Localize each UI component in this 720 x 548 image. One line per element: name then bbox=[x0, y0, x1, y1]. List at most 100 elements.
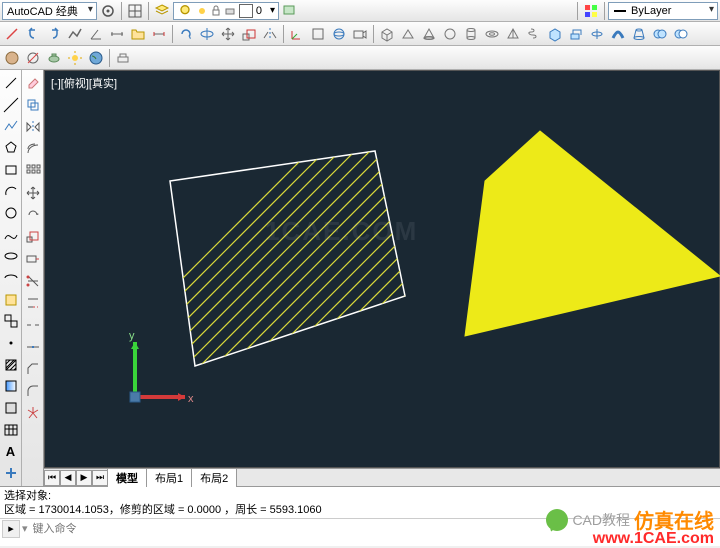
redo-icon[interactable] bbox=[44, 24, 64, 44]
union-icon[interactable] bbox=[650, 24, 670, 44]
grid-icon[interactable] bbox=[125, 1, 145, 21]
lineweight-selector[interactable]: ByLayer bbox=[608, 2, 718, 20]
mirror-tool-icon[interactable] bbox=[23, 117, 43, 137]
extend-icon[interactable] bbox=[23, 293, 43, 313]
workspace-selector[interactable]: AutoCAD 经典 bbox=[2, 2, 97, 20]
cmd-line-2: 区域 = 1730014.1053，修剪的区域 = 0.0000 ，周长 = 5… bbox=[4, 503, 716, 517]
distance-icon[interactable] bbox=[107, 24, 127, 44]
camera-icon[interactable] bbox=[350, 24, 370, 44]
ws-settings-icon[interactable] bbox=[98, 1, 118, 21]
cone-icon[interactable] bbox=[419, 24, 439, 44]
angle-icon[interactable] bbox=[86, 24, 106, 44]
render-teapot-icon[interactable] bbox=[44, 48, 64, 68]
sun-icon[interactable] bbox=[65, 48, 85, 68]
gradient-tool-icon[interactable] bbox=[1, 377, 21, 397]
stretch-icon[interactable] bbox=[23, 249, 43, 269]
subtract-icon[interactable] bbox=[671, 24, 691, 44]
cylinder-icon[interactable] bbox=[461, 24, 481, 44]
light-icon[interactable] bbox=[113, 48, 133, 68]
hatch-tool-icon[interactable] bbox=[1, 355, 21, 375]
ellipse-arc-icon[interactable] bbox=[1, 268, 21, 288]
line-tool-icon[interactable] bbox=[1, 73, 21, 93]
explode-icon[interactable] bbox=[23, 403, 43, 423]
trim-icon[interactable] bbox=[23, 271, 43, 291]
helix-icon[interactable] bbox=[524, 24, 544, 44]
tab-layout2[interactable]: 布局2 bbox=[191, 468, 237, 487]
spline-tool-icon[interactable] bbox=[1, 225, 21, 245]
rectangle-tool-icon[interactable] bbox=[1, 160, 21, 180]
line-icon[interactable] bbox=[2, 24, 22, 44]
tab-layout1[interactable]: 布局1 bbox=[146, 468, 192, 487]
separator bbox=[109, 49, 110, 67]
region-tool-icon[interactable] bbox=[1, 398, 21, 418]
array-icon[interactable] bbox=[23, 161, 43, 181]
tab-last-icon[interactable]: ⏭ bbox=[92, 470, 108, 486]
sphere-icon[interactable] bbox=[440, 24, 460, 44]
orbit-icon[interactable] bbox=[329, 24, 349, 44]
chamfer-icon[interactable] bbox=[23, 359, 43, 379]
separator bbox=[148, 2, 149, 20]
break-icon[interactable] bbox=[23, 315, 43, 335]
polyline-icon[interactable] bbox=[65, 24, 85, 44]
line-icon bbox=[613, 5, 627, 17]
separator bbox=[121, 2, 122, 20]
mesh-box-icon[interactable] bbox=[545, 24, 565, 44]
open-icon[interactable] bbox=[128, 24, 148, 44]
wedge-icon[interactable] bbox=[398, 24, 418, 44]
command-prompt-icon[interactable]: ▸ bbox=[2, 520, 20, 538]
insert-block-icon[interactable] bbox=[1, 290, 21, 310]
polyline-tool-icon[interactable] bbox=[1, 116, 21, 136]
layer-name: 0 bbox=[256, 5, 262, 17]
pyramid-icon[interactable] bbox=[503, 24, 523, 44]
move-tool-icon[interactable] bbox=[23, 183, 43, 203]
point-tool-icon[interactable] bbox=[1, 333, 21, 353]
separator bbox=[577, 2, 578, 20]
ucs-world-icon[interactable] bbox=[287, 24, 307, 44]
fillet-icon[interactable] bbox=[23, 381, 43, 401]
sweep-icon[interactable] bbox=[608, 24, 628, 44]
circle-tool-icon[interactable] bbox=[1, 203, 21, 223]
viewport-label[interactable]: [-][俯视][真实] bbox=[51, 75, 117, 91]
material-icon[interactable] bbox=[2, 48, 22, 68]
layer-properties-icon[interactable] bbox=[152, 1, 172, 21]
drawing-viewport[interactable]: [-][俯视][真实] bbox=[44, 70, 720, 468]
polygon-tool-icon[interactable] bbox=[1, 138, 21, 158]
revolve-icon[interactable] bbox=[587, 24, 607, 44]
arc-tool-icon[interactable] bbox=[1, 181, 21, 201]
rotate-tool-icon[interactable] bbox=[23, 205, 43, 225]
layer-match-icon[interactable] bbox=[280, 1, 300, 21]
box-icon[interactable] bbox=[377, 24, 397, 44]
layer-selector[interactable]: 0 bbox=[173, 2, 279, 20]
measure-icon[interactable] bbox=[149, 24, 169, 44]
ellipse-tool-icon[interactable] bbox=[1, 247, 21, 267]
command-history[interactable]: 选择对象: 区域 = 1730014.1053，修剪的区域 = 0.0000 ，… bbox=[0, 486, 720, 518]
color-control-icon[interactable] bbox=[581, 1, 601, 21]
tab-model[interactable]: 模型 bbox=[107, 468, 147, 487]
addselect-icon[interactable] bbox=[1, 463, 21, 483]
render-globe-icon[interactable] bbox=[86, 48, 106, 68]
tab-nav: ⏮ ◀ ▶ ⏭ bbox=[44, 470, 108, 486]
hide-icon[interactable] bbox=[23, 48, 43, 68]
tab-prev-icon[interactable]: ◀ bbox=[60, 470, 76, 486]
rotate3d-icon[interactable] bbox=[197, 24, 217, 44]
scale-tool-icon[interactable] bbox=[23, 227, 43, 247]
move-icon[interactable] bbox=[218, 24, 238, 44]
xline-tool-icon[interactable] bbox=[1, 95, 21, 115]
mtext-tool-icon[interactable]: A bbox=[1, 442, 21, 462]
loft-icon[interactable] bbox=[629, 24, 649, 44]
make-block-icon[interactable] bbox=[1, 312, 21, 332]
tab-next-icon[interactable]: ▶ bbox=[76, 470, 92, 486]
undo-icon[interactable] bbox=[23, 24, 43, 44]
scale-icon[interactable] bbox=[239, 24, 259, 44]
join-icon[interactable] bbox=[23, 337, 43, 357]
view-icon[interactable] bbox=[308, 24, 328, 44]
extrude-icon[interactable] bbox=[566, 24, 586, 44]
tab-first-icon[interactable]: ⏮ bbox=[44, 470, 60, 486]
rotate-icon[interactable] bbox=[176, 24, 196, 44]
offset-icon[interactable] bbox=[23, 139, 43, 159]
erase-icon[interactable] bbox=[23, 73, 43, 93]
mirror-icon[interactable] bbox=[260, 24, 280, 44]
table-tool-icon[interactable] bbox=[1, 420, 21, 440]
torus-icon[interactable] bbox=[482, 24, 502, 44]
copy-icon[interactable] bbox=[23, 95, 43, 115]
